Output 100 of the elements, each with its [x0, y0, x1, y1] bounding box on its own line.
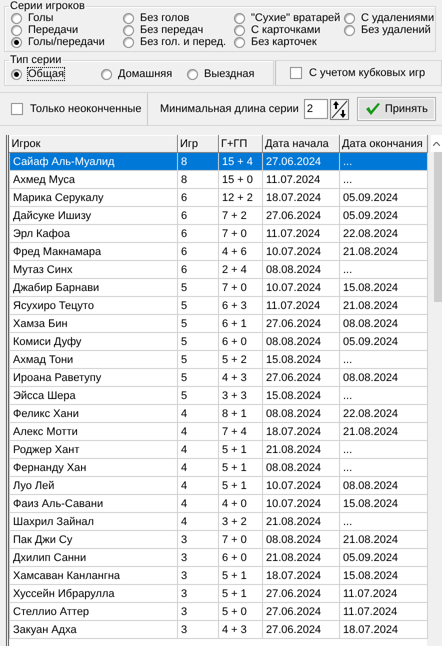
- table-cell[interactable]: 5 + 2: [218, 350, 262, 368]
- table-cell[interactable]: 21.08.2024: [340, 242, 428, 260]
- radio-button[interactable]: [344, 24, 355, 36]
- table-cell[interactable]: 3: [178, 530, 218, 548]
- table-cell[interactable]: 22.08.2024: [340, 224, 428, 242]
- table-cell[interactable]: 27.06.2024: [262, 620, 340, 638]
- table-cell[interactable]: 7 + 0: [218, 530, 262, 548]
- table-cell[interactable]: Ахмад Тони: [10, 350, 178, 368]
- column-header[interactable]: Игрок: [10, 135, 178, 152]
- table-cell[interactable]: 11.07.2024: [262, 170, 340, 188]
- table-cell[interactable]: 5: [178, 350, 218, 368]
- table-cell[interactable]: ...: [340, 440, 428, 458]
- table-cell[interactable]: 2 + 4: [218, 260, 262, 278]
- radio-button[interactable]: [11, 36, 22, 48]
- spin-button[interactable]: [330, 98, 349, 120]
- table-cell[interactable]: 4: [178, 458, 218, 476]
- radio-button[interactable]: [123, 24, 134, 36]
- table-cell[interactable]: Хамсаван Канлангна: [10, 566, 178, 584]
- table-cell[interactable]: 08.08.2024: [262, 458, 340, 476]
- table-cell[interactable]: 7 + 4: [218, 422, 262, 440]
- table-cell[interactable]: 18.07.2024: [262, 422, 340, 440]
- table-cell[interactable]: 7 + 2: [218, 206, 262, 224]
- table-cell[interactable]: 08.08.2024: [262, 404, 340, 422]
- table-cell[interactable]: 27.06.2024: [262, 584, 340, 602]
- radio-option[interactable]: С карточками: [234, 24, 344, 36]
- table-cell[interactable]: Фред Макнамара: [10, 242, 178, 260]
- radio-option[interactable]: Общая: [11, 68, 101, 80]
- table-cell[interactable]: ...: [340, 386, 428, 404]
- table-cell[interactable]: 5: [178, 332, 218, 350]
- table-cell[interactable]: 3: [178, 548, 218, 566]
- table-cell[interactable]: 21.08.2024: [262, 548, 340, 566]
- table-cell[interactable]: 5 + 1: [218, 584, 262, 602]
- table-cell[interactable]: 21.08.2024: [262, 512, 340, 530]
- radio-button[interactable]: [101, 68, 112, 80]
- table-cell[interactable]: 10.07.2024: [262, 278, 340, 296]
- table-cell[interactable]: 18.07.2024: [340, 620, 428, 638]
- radio-option[interactable]: Выездная: [187, 68, 269, 80]
- table-cell[interactable]: 15 + 0: [218, 170, 262, 188]
- radio-option[interactable]: Без карточек: [234, 36, 344, 48]
- table-cell[interactable]: 4 + 3: [218, 620, 262, 638]
- radio-option[interactable]: Без передач: [123, 24, 234, 36]
- table-cell[interactable]: 08.08.2024: [262, 260, 340, 278]
- table-cell[interactable]: 4: [178, 494, 218, 512]
- table-cell[interactable]: 5 + 1: [218, 458, 262, 476]
- table-cell[interactable]: 10.07.2024: [262, 242, 340, 260]
- table-cell[interactable]: 5: [178, 314, 218, 332]
- column-header[interactable]: Игр: [178, 135, 218, 152]
- table-cell[interactable]: 18.07.2024: [262, 188, 340, 206]
- table-cell[interactable]: 4 + 6: [218, 242, 262, 260]
- table-cell[interactable]: 15.08.2024: [340, 278, 428, 296]
- column-header[interactable]: Г+ГП: [218, 135, 262, 152]
- radio-button[interactable]: [11, 68, 22, 80]
- table-cell[interactable]: 22.08.2024: [340, 404, 428, 422]
- table-cell[interactable]: 05.09.2024: [340, 332, 428, 350]
- apply-button[interactable]: Принять: [356, 97, 436, 121]
- table-cell[interactable]: 5 + 0: [218, 602, 262, 620]
- radio-button[interactable]: [234, 12, 245, 24]
- table-cell[interactable]: 05.09.2024: [340, 188, 428, 206]
- table-cell[interactable]: Ироана Раветупу: [10, 368, 178, 386]
- table-cell[interactable]: 27.06.2024: [262, 152, 340, 170]
- table-cell[interactable]: 8: [178, 152, 218, 170]
- table-cell[interactable]: 21.08.2024: [340, 296, 428, 314]
- table-cell[interactable]: 27.06.2024: [262, 206, 340, 224]
- radio-button[interactable]: [123, 36, 134, 48]
- checkbox[interactable]: [11, 103, 23, 115]
- table-cell[interactable]: 5: [178, 368, 218, 386]
- radio-button[interactable]: [234, 36, 245, 48]
- table-cell[interactable]: Луо Лей: [10, 476, 178, 494]
- table-cell[interactable]: 18.07.2024: [262, 566, 340, 584]
- table-cell[interactable]: Пак Джи Су: [10, 530, 178, 548]
- table-cell[interactable]: Эйсса Шера: [10, 386, 178, 404]
- radio-option[interactable]: Без гол. и перед.: [123, 36, 234, 48]
- radio-option[interactable]: С удалениями: [344, 12, 434, 24]
- table-cell[interactable]: ...: [340, 512, 428, 530]
- table-cell[interactable]: 05.09.2024: [340, 548, 428, 566]
- table-cell[interactable]: 3: [178, 620, 218, 638]
- table-cell[interactable]: 11.07.2024: [340, 602, 428, 620]
- table-cell[interactable]: Феликс Хани: [10, 404, 178, 422]
- table-cell[interactable]: Ахмед Муса: [10, 170, 178, 188]
- radio-button[interactable]: [123, 12, 134, 24]
- table-cell[interactable]: 6 + 0: [218, 548, 262, 566]
- table-cell[interactable]: Дхилип Санни: [10, 548, 178, 566]
- unfinished-checkbox[interactable]: Только неоконченные: [11, 103, 142, 115]
- table-cell[interactable]: 21.08.2024: [262, 440, 340, 458]
- table-cell[interactable]: 6 + 1: [218, 314, 262, 332]
- table-cell[interactable]: 5 + 1: [218, 440, 262, 458]
- table-cell[interactable]: Сайаф Аль-Муалид: [10, 152, 178, 170]
- column-header[interactable]: Дата начала: [262, 135, 340, 152]
- table-cell[interactable]: 3: [178, 584, 218, 602]
- radio-option[interactable]: Голы/передачи: [11, 36, 123, 48]
- table-cell[interactable]: 15.08.2024: [262, 386, 340, 404]
- table-cell[interactable]: 4: [178, 422, 218, 440]
- table-cell[interactable]: Джабир Барнави: [10, 278, 178, 296]
- table-cell[interactable]: 10.07.2024: [262, 476, 340, 494]
- table-cell[interactable]: 4: [178, 440, 218, 458]
- table-cell[interactable]: 12 + 2: [218, 188, 262, 206]
- table-cell[interactable]: ...: [340, 260, 428, 278]
- table-cell[interactable]: 4 + 3: [218, 368, 262, 386]
- table-cell[interactable]: ...: [340, 170, 428, 188]
- table-cell[interactable]: 7 + 0: [218, 224, 262, 242]
